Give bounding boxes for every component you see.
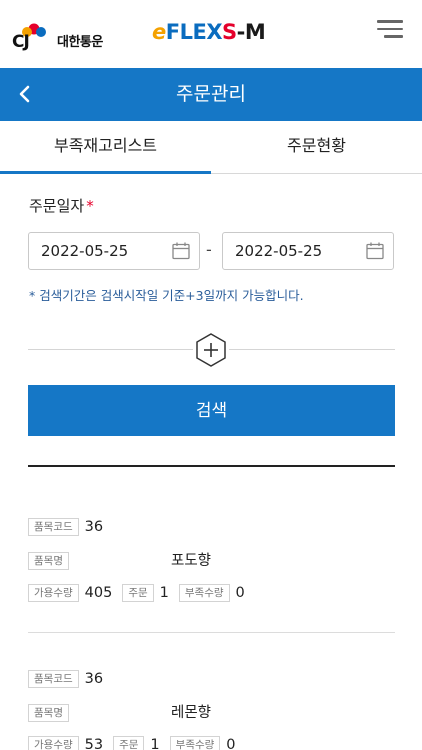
item-code-tag: 품목코드: [28, 517, 79, 536]
shortage-qty-value: 0: [226, 736, 236, 750]
order-tag: 주문: [122, 583, 154, 602]
start-date-input[interactable]: 2022-05-25: [28, 232, 200, 270]
title-bar: 주문관리: [0, 68, 422, 121]
search-button[interactable]: 검색: [28, 385, 395, 436]
calendar-icon[interactable]: [365, 241, 385, 261]
app-header: CJ 대한통운 eFLEXS-M: [0, 0, 422, 68]
expand-plus-hexagon-icon[interactable]: [193, 331, 229, 369]
shortage-qty-value: 0: [235, 584, 245, 601]
item-qty-row: 가용수량 405 주문 1 부족수량 0: [28, 582, 255, 602]
available-qty-value: 405: [84, 584, 113, 601]
item-name-row: 품목명: [28, 702, 69, 722]
shortage-qty-tag: 부족수량: [169, 735, 221, 750]
item-name-tag: 품목명: [28, 551, 69, 570]
hamburger-menu-icon[interactable]: [377, 20, 405, 40]
end-date-input[interactable]: 2022-05-25: [222, 232, 394, 270]
order-value: 1: [150, 736, 160, 750]
results-top-rule: [28, 465, 395, 467]
item-qty-row: 가용수량 53 주문 1 부족수량 0: [28, 734, 246, 750]
start-date-value: 2022-05-25: [41, 242, 129, 260]
shortage-qty-tag: 부족수량: [178, 583, 230, 602]
eflexs-m-logo: eFLEXS-M: [152, 20, 266, 44]
order-date-label: 주문일자 *: [29, 195, 94, 216]
item-name-tag: 품목명: [28, 703, 69, 722]
item-name-value: 포도향: [171, 553, 212, 569]
back-arrow-icon[interactable]: [12, 80, 40, 108]
tab-shortage-stock-list[interactable]: 부족재고리스트: [0, 121, 211, 174]
brand-s: S: [222, 20, 237, 44]
calendar-icon[interactable]: [171, 241, 191, 261]
cj-logo: CJ 대한통운: [12, 14, 118, 54]
item-code-row: 품목코드 36: [28, 668, 113, 688]
brand-e: e: [152, 20, 166, 44]
required-mark: *: [86, 197, 94, 215]
order-tag: 주문: [113, 735, 145, 750]
item-name-value: 레몬향: [171, 705, 212, 721]
item-code-tag: 품목코드: [28, 669, 79, 688]
available-qty-tag: 가용수량: [28, 735, 79, 750]
available-qty-tag: 가용수량: [28, 583, 79, 602]
tab-bar: 부족재고리스트 주문현황: [0, 121, 422, 174]
page-title: 주문관리: [176, 83, 246, 105]
item-code-value: 36: [84, 518, 104, 535]
order-value: 1: [159, 584, 169, 601]
item-code-row: 품목코드 36: [28, 516, 113, 536]
end-date-value: 2022-05-25: [235, 242, 323, 260]
company-name: 대한통운: [57, 35, 103, 50]
brand-flex: FLEX: [165, 20, 223, 44]
item-code-value: 36: [84, 670, 104, 687]
date-range-separator: -: [206, 240, 212, 259]
item-divider: [28, 632, 395, 633]
cj-logo-text: CJ: [12, 32, 30, 52]
brand-m: -M: [236, 20, 266, 44]
search-period-notice: * 검색기간은 검색시작일 기준+3일까지 가능합니다.: [29, 288, 304, 303]
available-qty-value: 53: [84, 736, 104, 750]
tab-order-status[interactable]: 주문현황: [211, 121, 422, 174]
order-date-label-text: 주문일자: [29, 197, 85, 215]
item-name-row: 품목명: [28, 550, 69, 570]
